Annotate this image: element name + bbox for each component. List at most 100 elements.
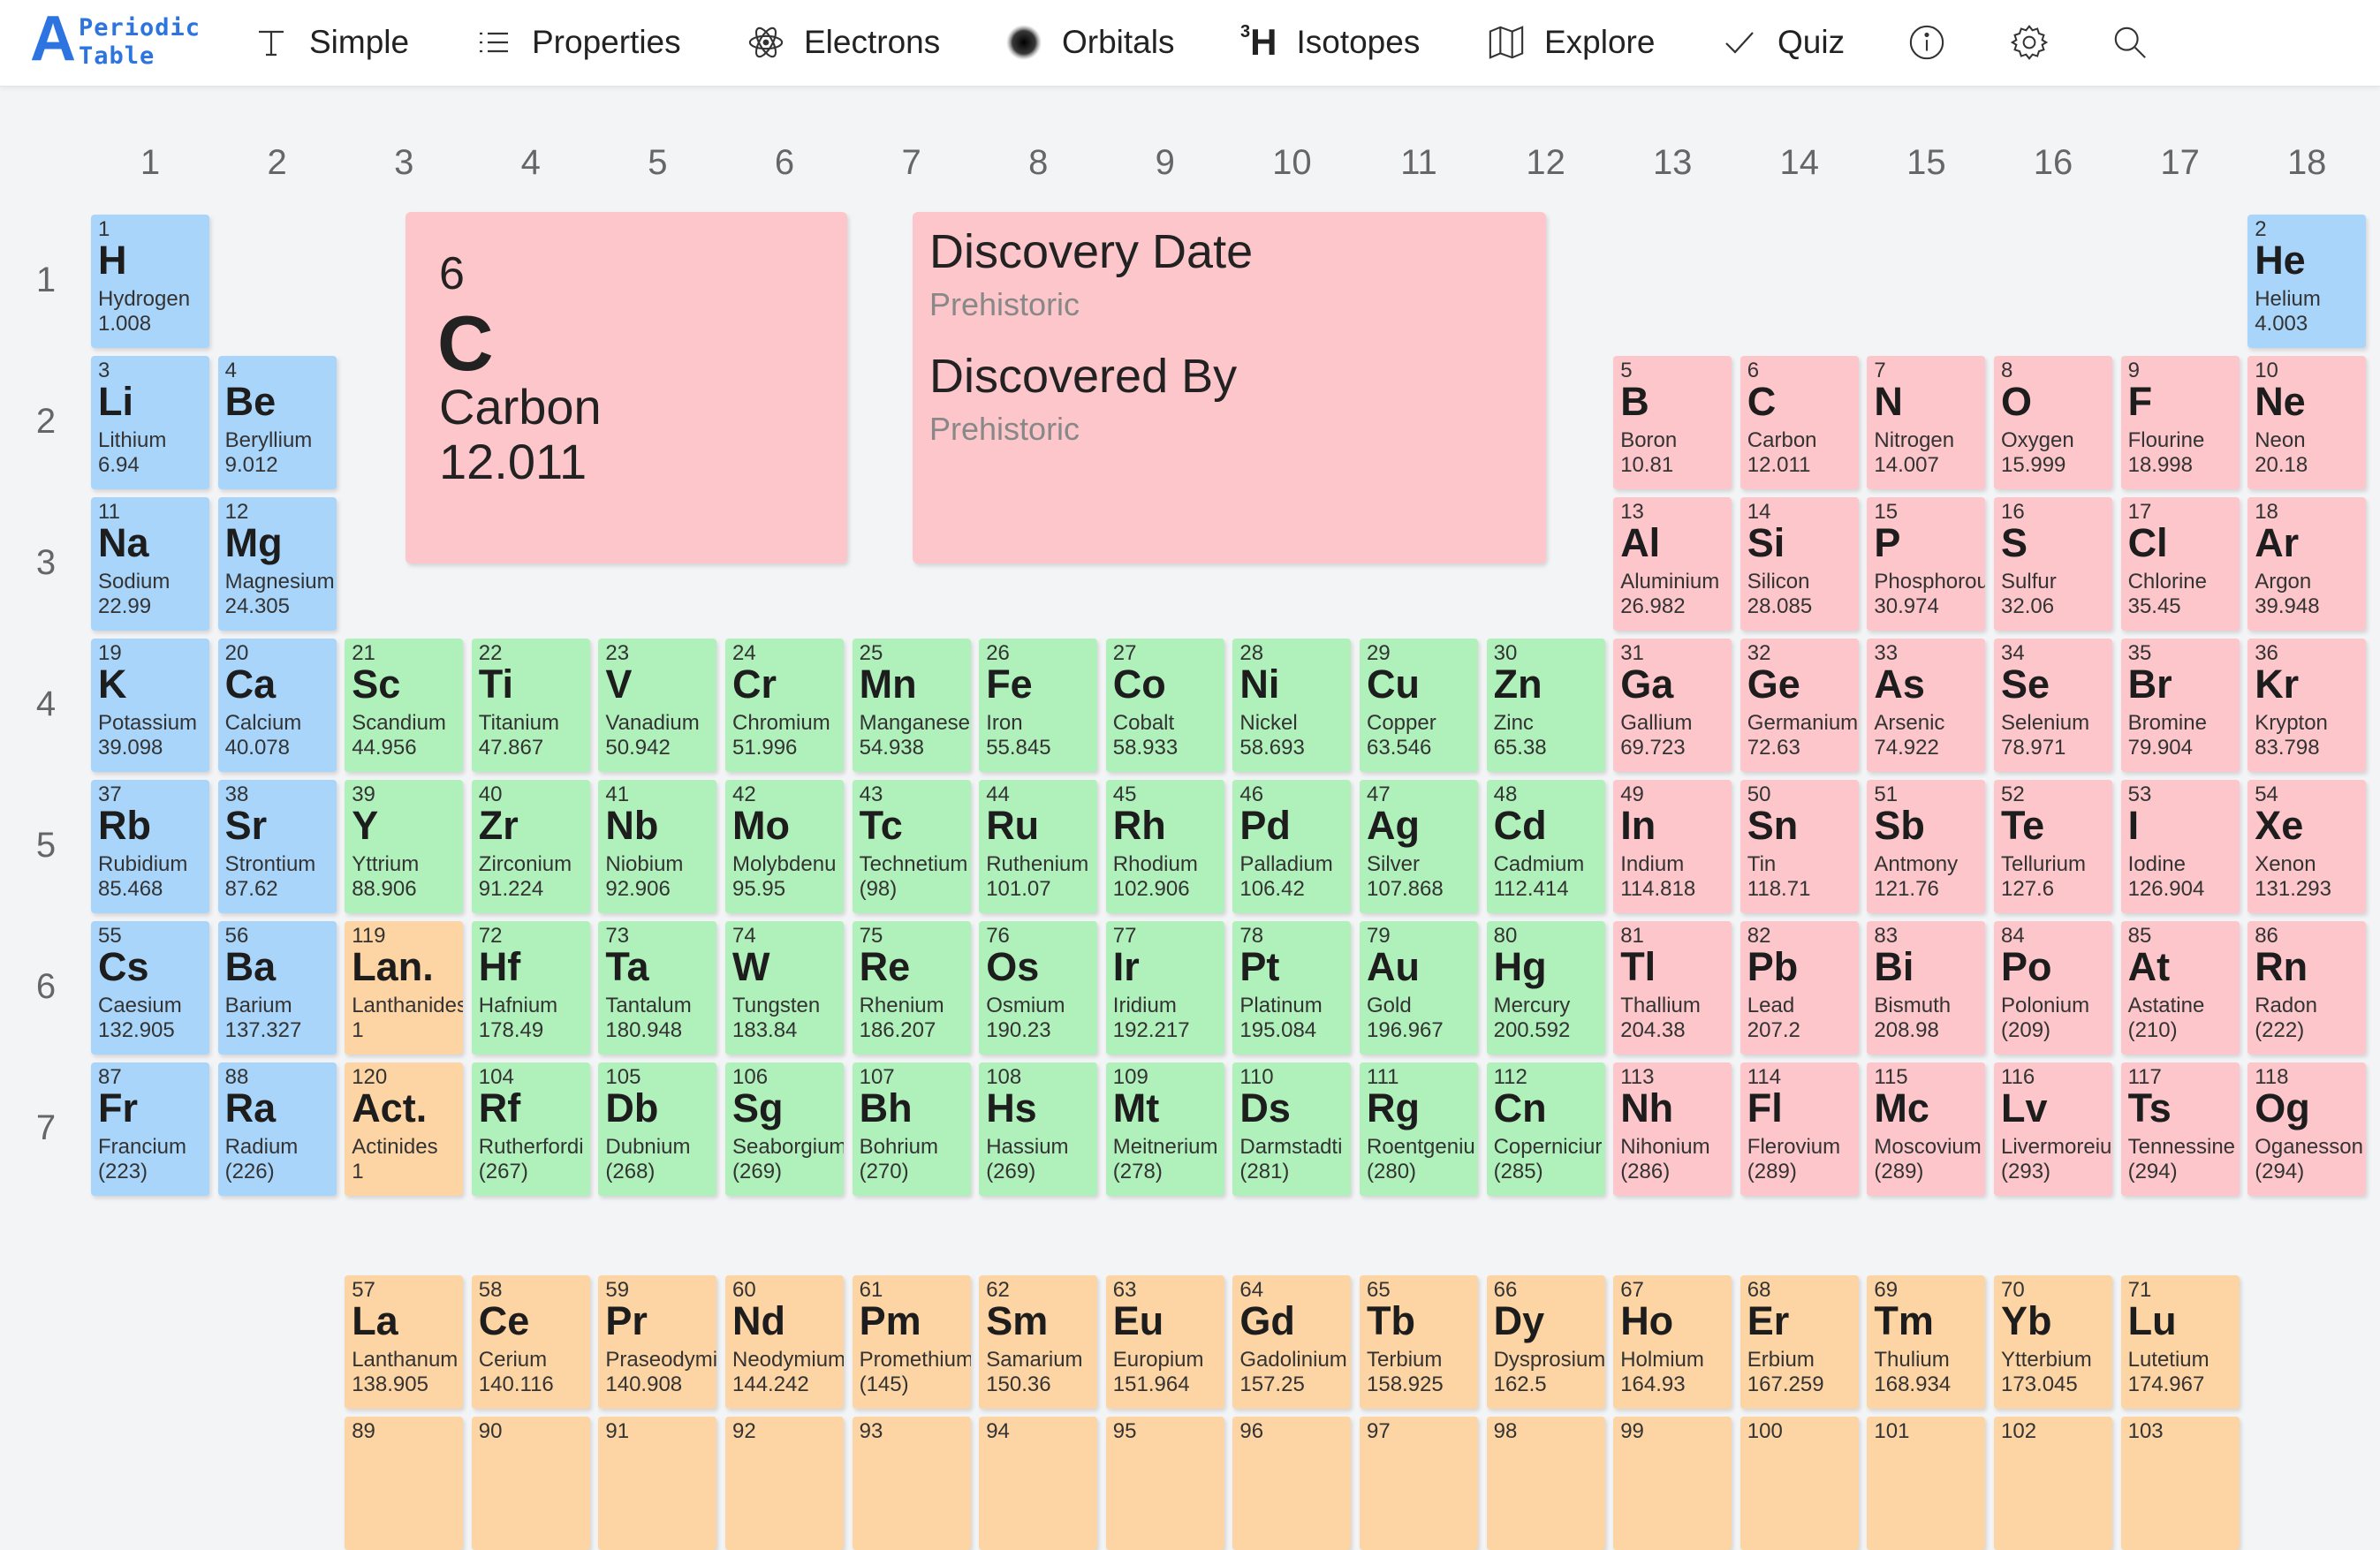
element-cell-ru[interactable]: 44 Ru Ruthenium 101.07 [979,780,1098,913]
app-logo[interactable]: A Periodic Table [30,7,200,72]
actinide-cell[interactable]: 102 [1994,1417,2112,1550]
nav-electrons[interactable]: Electrons [747,18,940,67]
element-cell-cr[interactable]: 24 Cr Chromium 51.996 [725,639,844,772]
actinide-cell[interactable]: 95 [1105,1417,1224,1550]
element-cell-be[interactable]: 4 Be Beryllium 9.012 [217,356,337,489]
element-cell-sb[interactable]: 51 Sb Antmony 121.76 [1867,780,1986,913]
element-cell-re[interactable]: 75 Re Rhenium 186.207 [852,921,971,1055]
element-cell-cs[interactable]: 55 Cs Caesium 132.905 [91,921,209,1055]
element-cell-fl[interactable]: 114 Fl Flerovium (289) [1740,1062,1859,1196]
element-cell-nh[interactable]: 113 Nh Nihonium (286) [1613,1062,1732,1196]
element-cell-se[interactable]: 34 Se Selenium 78.971 [1994,639,2112,772]
element-cell-ag[interactable]: 47 Ag Silver 107.868 [1360,780,1478,913]
element-cell-au[interactable]: 79 Au Gold 196.967 [1360,921,1478,1055]
element-cell-si[interactable]: 14 Si Silicon 28.085 [1740,497,1859,631]
actinide-cell[interactable]: 92 [725,1417,844,1550]
element-cell-ca[interactable]: 20 Ca Calcium 40.078 [217,639,337,772]
element-cell-yb[interactable]: 70 Yb Ytterbium 173.045 [1994,1275,2112,1409]
actinide-cell[interactable]: 93 [852,1417,971,1550]
element-cell-br[interactable]: 35 Br Bromine 79.904 [2120,639,2240,772]
nav-properties[interactable]: Properties [475,18,681,67]
element-cell-al[interactable]: 13 Al Aluminium 26.982 [1613,497,1732,631]
element-cell-nb[interactable]: 41 Nb Niobium 92.906 [598,780,717,913]
element-cell-kr[interactable]: 36 Kr Krypton 83.798 [2247,639,2367,772]
search-button[interactable] [2111,18,2149,67]
element-cell-os[interactable]: 76 Os Osmium 190.23 [979,921,1098,1055]
element-cell-sg[interactable]: 106 Sg Seaborgium (269) [725,1062,844,1196]
element-cell-tl[interactable]: 81 Tl Thallium 204.38 [1613,921,1732,1055]
element-cell-hf[interactable]: 72 Hf Hafnium 178.49 [471,921,590,1055]
actinide-cell[interactable]: 96 [1232,1417,1352,1550]
element-cell-b[interactable]: 5 B Boron 10.81 [1613,356,1732,489]
element-cell-pm[interactable]: 61 Pm Promethium (145) [852,1275,971,1409]
element-cell-pt[interactable]: 78 Pt Platinum 195.084 [1232,921,1352,1055]
settings-button[interactable] [2011,18,2048,67]
element-cell-pr[interactable]: 59 Pr Praseodymi 140.908 [598,1275,717,1409]
element-cell-pd[interactable]: 46 Pd Palladium 106.42 [1232,780,1352,913]
actinide-cell[interactable]: 97 [1360,1417,1478,1550]
element-cell-zn[interactable]: 30 Zn Zinc 65.38 [1486,639,1605,772]
element-cell-ti[interactable]: 22 Ti Titanium 47.867 [471,639,590,772]
element-cell-ar[interactable]: 18 Ar Argon 39.948 [2247,497,2367,631]
element-cell-lan[interactable]: 119 Lan. Lanthanides 1 [345,921,464,1055]
element-cell-rg[interactable]: 111 Rg Roentgeniu (280) [1360,1062,1478,1196]
element-cell-nd[interactable]: 60 Nd Neodymium 144.242 [725,1275,844,1409]
element-cell-fr[interactable]: 87 Fr Francium (223) [91,1062,209,1196]
element-cell-dy[interactable]: 66 Dy Dysprosium 162.5 [1486,1275,1605,1409]
actinide-cell[interactable]: 90 [471,1417,590,1550]
element-cell-cu[interactable]: 29 Cu Copper 63.546 [1360,639,1478,772]
element-cell-tm[interactable]: 69 Tm Thulium 168.934 [1867,1275,1986,1409]
element-cell-ba[interactable]: 56 Ba Barium 137.327 [217,921,337,1055]
nav-quiz[interactable]: Quiz [1721,18,1845,67]
element-cell-ce[interactable]: 58 Ce Cerium 140.116 [471,1275,590,1409]
element-cell-ge[interactable]: 32 Ge Germanium 72.63 [1740,639,1859,772]
element-cell-at[interactable]: 85 At Astatine (210) [2120,921,2240,1055]
element-cell-as[interactable]: 33 As Arsenic 74.922 [1867,639,1986,772]
element-cell-zr[interactable]: 40 Zr Zirconium 91.224 [471,780,590,913]
element-cell-cl[interactable]: 17 Cl Chlorine 35.45 [2120,497,2240,631]
actinide-cell[interactable]: 98 [1486,1417,1605,1550]
element-cell-p[interactable]: 15 P Phosphorou 30.974 [1867,497,1986,631]
element-cell-s[interactable]: 16 S Sulfur 32.06 [1994,497,2112,631]
element-cell-po[interactable]: 84 Po Polonium (209) [1994,921,2112,1055]
actinide-cell[interactable]: 99 [1613,1417,1732,1550]
nav-simple[interactable]: Simple [253,18,409,67]
element-cell-xe[interactable]: 54 Xe Xenon 131.293 [2247,780,2367,913]
element-cell-rf[interactable]: 104 Rf Rutherfordi (267) [471,1062,590,1196]
element-cell-pb[interactable]: 82 Pb Lead 207.2 [1740,921,1859,1055]
nav-explore[interactable]: Explore [1488,18,1655,67]
element-cell-rh[interactable]: 45 Rh Rhodium 102.906 [1105,780,1224,913]
element-cell-n[interactable]: 7 N Nitrogen 14.007 [1867,356,1986,489]
element-cell-og[interactable]: 118 Og Oganesson (294) [2247,1062,2367,1196]
element-cell-li[interactable]: 3 Li Lithium 6.94 [91,356,209,489]
element-cell-sm[interactable]: 62 Sm Samarium 150.36 [979,1275,1098,1409]
element-cell-mo[interactable]: 42 Mo Molybdenu 95.95 [725,780,844,913]
nav-isotopes[interactable]: 3H Isotopes [1240,18,1420,67]
element-cell-c[interactable]: 6 C Carbon 12.011 [1740,356,1859,489]
element-cell-bh[interactable]: 107 Bh Bohrium (270) [852,1062,971,1196]
element-cell-v[interactable]: 23 V Vanadium 50.942 [598,639,717,772]
element-cell-sn[interactable]: 50 Sn Tin 118.71 [1740,780,1859,913]
element-cell-hg[interactable]: 80 Hg Mercury 200.592 [1486,921,1605,1055]
element-cell-o[interactable]: 8 O Oxygen 15.999 [1994,356,2112,489]
element-cell-lu[interactable]: 71 Lu Lutetium 174.967 [2120,1275,2240,1409]
element-cell-mn[interactable]: 25 Mn Manganese 54.938 [852,639,971,772]
nav-orbitals[interactable]: Orbitals [1005,18,1174,67]
element-cell-na[interactable]: 11 Na Sodium 22.99 [91,497,209,631]
element-cell-cn[interactable]: 112 Cn Coperniciur (285) [1486,1062,1605,1196]
element-cell-fe[interactable]: 26 Fe Iron 55.845 [979,639,1098,772]
element-cell-bi[interactable]: 83 Bi Bismuth 208.98 [1867,921,1986,1055]
element-cell-gd[interactable]: 64 Gd Gadolinium 157.25 [1232,1275,1352,1409]
element-cell-he[interactable]: 2 He Helium 4.003 [2247,215,2367,348]
element-cell-mg[interactable]: 12 Mg Magnesium 24.305 [217,497,337,631]
element-cell-ta[interactable]: 73 Ta Tantalum 180.948 [598,921,717,1055]
element-cell-co[interactable]: 27 Co Cobalt 58.933 [1105,639,1224,772]
element-cell-mt[interactable]: 109 Mt Meitnerium (278) [1105,1062,1224,1196]
element-cell-act[interactable]: 120 Act. Actinides 1 [345,1062,464,1196]
element-cell-hs[interactable]: 108 Hs Hassium (269) [979,1062,1098,1196]
element-cell-rn[interactable]: 86 Rn Radon (222) [2247,921,2367,1055]
element-cell-ho[interactable]: 67 Ho Holmium 164.93 [1613,1275,1732,1409]
element-cell-te[interactable]: 52 Te Tellurium 127.6 [1994,780,2112,913]
element-cell-f[interactable]: 9 F Flourine 18.998 [2120,356,2240,489]
element-cell-ds[interactable]: 110 Ds Darmstadti (281) [1232,1062,1352,1196]
